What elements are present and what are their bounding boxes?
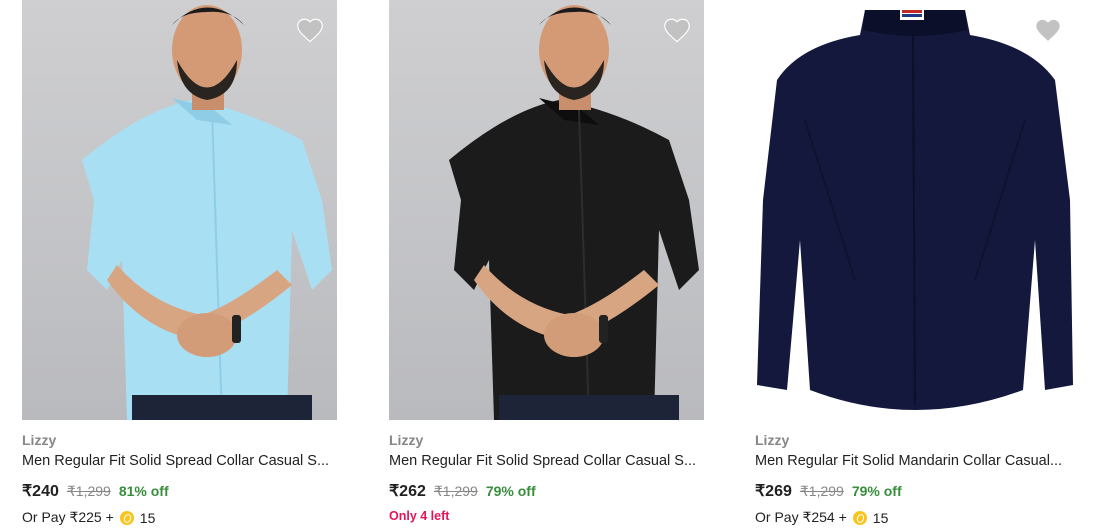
original-price: ₹1,299 <box>433 483 478 499</box>
model-black-shirt-image <box>449 5 699 420</box>
price-row: ₹262 ₹1,299 79% off <box>389 481 536 501</box>
navy-mandarin-shirt-image <box>757 8 1073 410</box>
supercoin-count: 15 <box>139 509 156 526</box>
supercoin-offer-text: Or Pay ₹254 + <box>755 509 847 525</box>
product-card[interactable]: Lizzy Men Regular Fit Solid Spread Colla… <box>389 0 709 529</box>
supercoin-icon <box>852 510 867 525</box>
product-image[interactable] <box>389 0 704 420</box>
selling-price: ₹240 <box>22 483 59 500</box>
product-image[interactable] <box>22 0 337 420</box>
discount-label: 79% off <box>485 483 536 499</box>
stock-note: Only 4 left <box>389 509 450 523</box>
discount-label: 81% off <box>118 483 169 499</box>
heart-icon <box>1035 18 1061 43</box>
supercoin-icon <box>119 510 134 525</box>
product-grid: Lizzy Men Regular Fit Solid Spread Colla… <box>0 0 1095 529</box>
product-brand: Lizzy <box>389 432 424 448</box>
price-row: ₹240 ₹1,299 81% off <box>22 481 169 501</box>
supercoin-count: 15 <box>872 509 889 526</box>
wishlist-button[interactable] <box>295 16 325 44</box>
original-price: ₹1,299 <box>66 483 111 499</box>
discount-label: 79% off <box>851 483 902 499</box>
heart-icon <box>297 18 323 43</box>
selling-price: ₹262 <box>389 483 426 500</box>
price-row: ₹269 ₹1,299 79% off <box>755 481 902 501</box>
heart-icon <box>664 18 690 43</box>
supercoin-offer: Or Pay ₹225 + 15 <box>22 509 155 526</box>
product-brand: Lizzy <box>22 432 57 448</box>
wishlist-button[interactable] <box>1033 16 1063 44</box>
product-title[interactable]: Men Regular Fit Solid Mandarin Collar Ca… <box>755 453 1067 469</box>
stock-note-row: Only 4 left <box>389 509 449 523</box>
original-price: ₹1,299 <box>799 483 844 499</box>
supercoin-offer: Or Pay ₹254 + 15 <box>755 509 888 526</box>
product-image[interactable] <box>755 0 1075 420</box>
product-card[interactable]: Lizzy Men Regular Fit Solid Mandarin Col… <box>755 0 1075 529</box>
supercoin-offer-text: Or Pay ₹225 + <box>22 509 114 525</box>
product-brand: Lizzy <box>755 432 790 448</box>
wishlist-button[interactable] <box>662 16 692 44</box>
product-title[interactable]: Men Regular Fit Solid Spread Collar Casu… <box>22 453 334 469</box>
product-card[interactable]: Lizzy Men Regular Fit Solid Spread Colla… <box>22 0 342 529</box>
model-light-blue-shirt-image <box>82 5 332 420</box>
selling-price: ₹269 <box>755 483 792 500</box>
product-title[interactable]: Men Regular Fit Solid Spread Collar Casu… <box>389 453 701 469</box>
